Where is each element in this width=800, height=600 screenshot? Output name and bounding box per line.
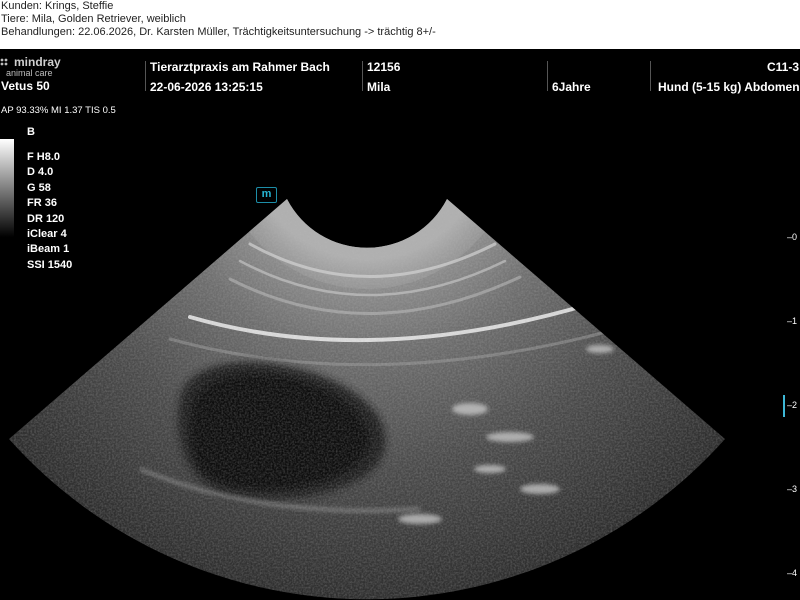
- logo-dots-icon: [0, 58, 8, 66]
- separator: [145, 61, 146, 91]
- depth-tick-3: –3: [786, 484, 797, 494]
- device-model: Vetus 50: [1, 79, 50, 93]
- exam-datetime: 22-06-2026 13:25:15: [150, 80, 263, 94]
- param-ibeam: iBeam 1: [27, 243, 70, 256]
- treatment-line: Behandlungen: 22.06.2026, Dr. Karsten Mü…: [1, 26, 436, 38]
- depth-tick-4: –4: [786, 568, 797, 578]
- param-frame-rate: FR 36: [27, 197, 57, 210]
- patient-id: 12156: [367, 60, 401, 74]
- imaging-parameters: F H8.0 D 4.0 G 58 FR 36 DR 120 iClear 4 …: [27, 150, 72, 273]
- param-frequency: F H8.0: [27, 151, 61, 163]
- clinic-name: Tierarztpraxis am Rahmer Bach: [150, 60, 330, 74]
- param-depth: D 4.0: [27, 166, 54, 179]
- depth-tick-0: –0: [786, 232, 797, 242]
- depth-tick-1: –1: [786, 316, 797, 326]
- separator: [650, 61, 651, 91]
- patient-info-header: Kunden: Krings, Steffie Tiere: Mila, Gol…: [0, 0, 800, 49]
- param-gain: G 58: [27, 181, 51, 194]
- customer-line: Kunden: Krings, Steffie: [1, 0, 114, 12]
- probe-orientation-marker: m: [256, 187, 277, 203]
- patient-name: Mila: [367, 80, 391, 94]
- acoustic-power-readout: AP 93.33% MI 1.37 TIS 0.5: [1, 105, 116, 116]
- separator: [362, 61, 363, 91]
- ultrasound-screen: mindray animal care Vetus 50 Tierarztpra…: [0, 49, 800, 600]
- grayscale-bar: [0, 139, 14, 237]
- top-info-bar: mindray animal care Vetus 50 Tierarztpra…: [0, 49, 800, 99]
- ultrasound-image: [9, 199, 725, 600]
- mindray-logo: mindray animal care: [0, 53, 80, 79]
- separator: [547, 61, 548, 91]
- imaging-mode: B: [27, 126, 35, 138]
- param-dynamic-range: DR 120: [27, 212, 65, 225]
- depth-tick-2: –2: [786, 400, 797, 410]
- param-iclear: iClear 4: [27, 228, 67, 241]
- depth-scale: –0 –1 –2 –3 –4: [770, 49, 800, 600]
- focus-marker[interactable]: [783, 395, 788, 417]
- animal-line: Tiere: Mila, Golden Retriever, weiblich: [1, 13, 186, 25]
- param-ssi: SSI 1540: [27, 258, 73, 271]
- patient-age: 6Jahre: [552, 80, 591, 94]
